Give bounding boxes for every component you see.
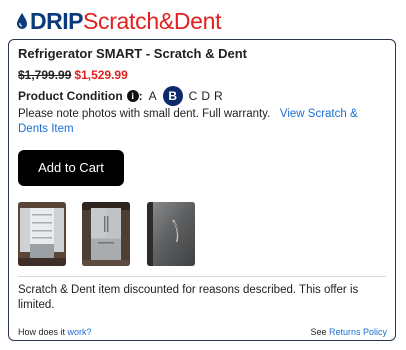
how-it-works-link[interactable]: work? (68, 327, 92, 337)
add-to-cart-button[interactable]: Add to Cart (18, 150, 124, 186)
condition-option-a[interactable]: A (149, 89, 157, 103)
divider (18, 276, 386, 277)
product-thumbnail-3[interactable] (147, 202, 195, 266)
condition-note: Please note photos with small dent. Full… (18, 107, 390, 137)
info-icon[interactable]: i (126, 90, 139, 102)
condition-label: Product Condition (18, 89, 123, 103)
how-it-works: How does it work? (18, 327, 92, 337)
condition-selector: Product Condition i : A B C D R (18, 86, 223, 106)
refrigerator-front-image (82, 202, 130, 266)
sale-price: $1,529.99 (74, 68, 128, 82)
condition-option-b[interactable]: B (162, 86, 183, 106)
product-thumbnail-2[interactable] (82, 202, 130, 266)
condition-option-r[interactable]: R (214, 89, 223, 103)
note-text: Please note photos with small dent. Full… (18, 108, 271, 120)
product-thumbnail-1[interactable] (18, 202, 66, 266)
how-prefix: How does it (18, 327, 66, 337)
price-block: $1,799.99 $1,529.99 (18, 68, 128, 82)
brand-secondary: Scratch&Dent (82, 8, 222, 34)
product-card: Refrigerator SMART - Scratch & Dent $1,7… (8, 39, 396, 341)
product-title: Refrigerator SMART - Scratch & Dent (18, 46, 247, 61)
returns-policy-link[interactable]: Returns Policy (329, 327, 387, 337)
condition-option-c[interactable]: C (189, 89, 198, 103)
original-price: $1,799.99 (18, 68, 72, 82)
drop-icon (17, 13, 27, 29)
returns-policy: See Returns Policy (310, 327, 387, 337)
brand-logo: DRIP Scratch&Dent (16, 8, 222, 34)
condition-option-d[interactable]: D (201, 89, 210, 103)
brand-primary: DRIP (30, 8, 83, 34)
disclaimer-text: Scratch & Dent item discounted for reaso… (18, 284, 359, 311)
see-prefix: See (310, 327, 327, 337)
refrigerator-open-image (18, 202, 66, 266)
dent-closeup-image (147, 202, 195, 266)
